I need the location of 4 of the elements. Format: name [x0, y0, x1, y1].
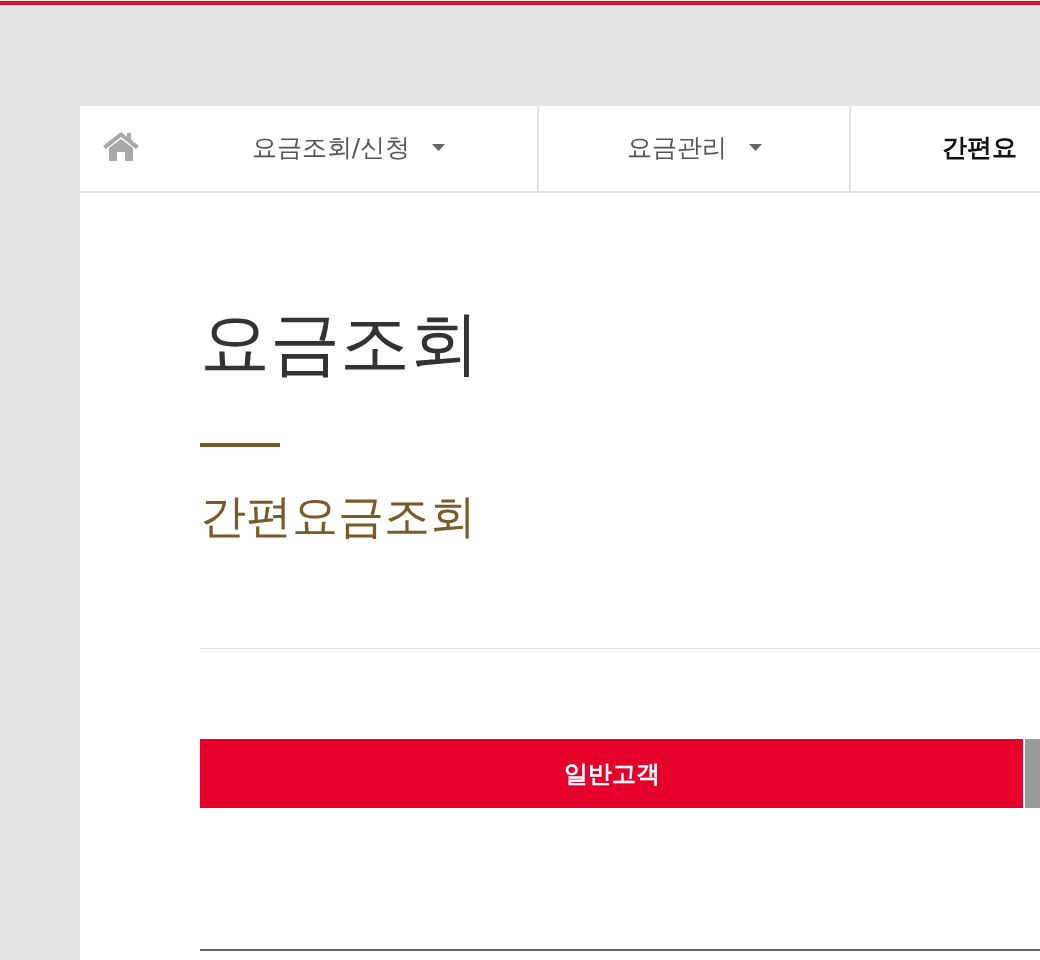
- page-subtitle: 간편요금조회: [200, 488, 477, 544]
- customer-tab[interactable]: 일반고객: [200, 739, 1023, 808]
- page-title: 요금조회: [200, 303, 481, 383]
- home-icon: [102, 130, 140, 161]
